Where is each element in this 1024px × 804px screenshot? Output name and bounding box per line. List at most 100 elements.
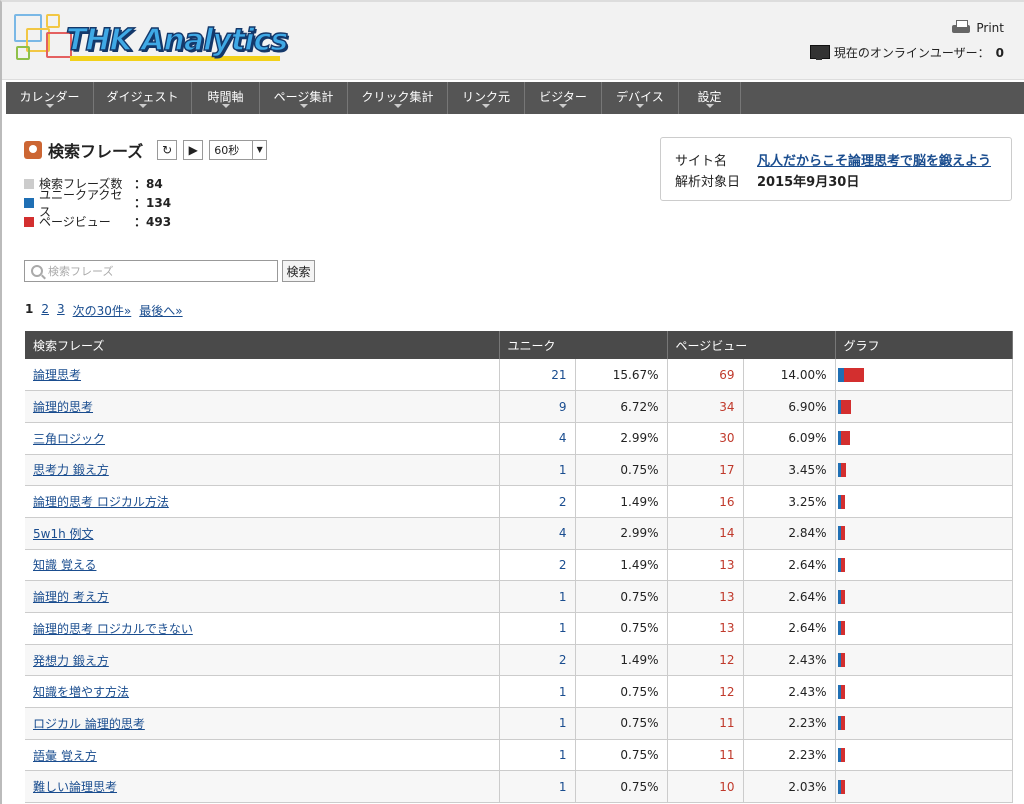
graph-cell [835, 675, 1013, 709]
graph-bar [837, 526, 1013, 541]
col-header-phrase[interactable]: 検索フレーズ [25, 331, 500, 359]
page-current: 1 [25, 302, 34, 316]
refresh-button[interactable]: ↻ [157, 140, 178, 160]
phrase-link[interactable]: 論理的思考 [33, 400, 93, 414]
table-row: 論理的思考 9 6.72% 34 6.90% [25, 390, 1013, 423]
online-users-label: 現在のオンラインユーザー： [833, 46, 990, 60]
pageview-percent: 2.64% [743, 549, 836, 582]
phrase-cell: 論理思考 [25, 359, 500, 392]
nav-item[interactable]: リンク元 [448, 82, 525, 114]
pageview-percent: 3.25% [743, 485, 836, 518]
pageview-bar [840, 621, 845, 636]
col-header-pageview[interactable]: ページビュー [667, 331, 836, 359]
pageview-percent: 2.03% [743, 770, 836, 804]
unique-percent: 0.75% [575, 612, 668, 645]
graph-bar [837, 779, 1013, 794]
last-page-link[interactable]: 最後へ» [139, 302, 182, 319]
search-placeholder: 検索フレーズ [48, 265, 114, 278]
site-name-link[interactable]: 凡人だからこそ論理思考で脳を鍛えよう [757, 150, 991, 171]
nav-item-label: 設定 [697, 90, 722, 104]
graph-cell [835, 612, 1013, 645]
phrase-cell: 論理的思考 ロジカル方法 [25, 485, 500, 518]
pageview-count: 11 [667, 707, 744, 740]
phrase-link[interactable]: 思考力 鍛え方 [33, 463, 109, 477]
pageview-percent: 2.43% [743, 675, 836, 709]
phrase-cell: 三角ロジック [25, 422, 500, 455]
nav-item[interactable]: デバイス [602, 82, 679, 114]
table-row: 論理的思考 ロジカル方法 2 1.49% 16 3.25% [25, 485, 1013, 518]
nav-item[interactable]: 時間軸 [192, 82, 260, 114]
print-label: Print [976, 21, 1004, 35]
pageview-count: 12 [667, 644, 744, 677]
search-icon [31, 265, 43, 277]
unique-percent: 0.75% [575, 770, 668, 804]
unique-count: 1 [499, 707, 576, 740]
caret-down-icon [559, 104, 567, 108]
interval-value: 60秒 [214, 144, 240, 157]
nav-item[interactable]: 設定 [679, 82, 741, 114]
play-button[interactable]: ▶ [183, 140, 204, 160]
unique-percent: 0.75% [575, 675, 668, 709]
logo[interactable]: THK Analytics [12, 12, 289, 70]
page-title: 検索フレーズ [48, 142, 144, 161]
phrase-link[interactable]: 語彙 覚え方 [33, 749, 97, 763]
pageview-count: 16 [667, 485, 744, 518]
pageview-count: 13 [667, 580, 744, 613]
unique-percent: 2.99% [575, 422, 668, 455]
next-page-link[interactable]: 次の30件» [73, 302, 132, 319]
pageview-count: 17 [667, 454, 744, 487]
caret-down-icon [705, 104, 714, 108]
phrase-cell: 論理的思考 [25, 390, 500, 423]
location-pin-icon [24, 141, 42, 159]
phrase-cell: 5w1h 例文 [25, 517, 500, 550]
nav-item[interactable]: カレンダー [6, 82, 94, 114]
graph-cell [835, 770, 1013, 804]
unique-count: 2 [499, 644, 576, 677]
site-info-box: サイト名 凡人だからこそ論理思考で脳を鍛えよう 解析対象日 2015年9月30日 [660, 137, 1012, 201]
unique-percent: 2.99% [575, 517, 668, 550]
graph-cell [835, 549, 1013, 582]
print-button[interactable]: Print [952, 20, 1004, 36]
unique-count: 4 [499, 517, 576, 550]
unique-count: 1 [499, 612, 576, 645]
search-phrase-table: 検索フレーズ ユニーク ページビュー グラフ 論理思考 21 15.67% 69 14.… [25, 331, 1013, 804]
graph-bar [837, 684, 1013, 699]
logo-text: THK Analytics [65, 22, 289, 58]
col-header-unique[interactable]: ユニーク [499, 331, 668, 359]
phrase-link[interactable]: 知識 覚える [33, 558, 96, 572]
page-link[interactable]: 3 [57, 302, 65, 319]
phrase-link[interactable]: 三角ロジック [33, 432, 105, 446]
nav-item[interactable]: ビジター [525, 82, 602, 114]
phrase-link[interactable]: 知識を増やす方法 [33, 685, 129, 699]
phrase-link[interactable]: 論理的思考 ロジカル方法 [33, 495, 169, 509]
phrase-cell: 知識 覚える [25, 549, 500, 582]
nav-item-label: カレンダー [19, 90, 80, 104]
table-row: 知識を増やす方法 1 0.75% 12 2.43% [25, 675, 1013, 709]
phrase-link[interactable]: 発想力 鍛え方 [33, 654, 109, 668]
nav-item-label: デバイス [616, 90, 664, 104]
nav-item[interactable]: ページ集計 [260, 82, 348, 114]
legend-swatch [24, 216, 34, 227]
nav-item-label: ページ集計 [273, 90, 334, 104]
stat-value: ：134 [134, 196, 172, 210]
summary: 検索フレーズ ↻ ▶ 60秒 ▼ 検索フレーズ数 ：84 ユニークアクセス ：134 ペ… [24, 138, 268, 231]
unique-percent: 1.49% [575, 644, 668, 677]
pageview-percent: 2.64% [743, 612, 836, 645]
phrase-link[interactable]: 難しい論理思考 [33, 780, 117, 794]
search-button[interactable]: 検索 [282, 260, 315, 282]
phrase-link[interactable]: 論理的思考 ロジカルできない [33, 622, 193, 636]
logo-square-icon [46, 14, 60, 28]
phrase-link[interactable]: ロジカル 論理的思考 [33, 717, 145, 731]
graph-bar [837, 367, 1013, 382]
phrase-link[interactable]: 5w1h 例文 [33, 527, 94, 541]
nav-item[interactable]: ダイジェスト [94, 82, 192, 114]
phrase-link[interactable]: 論理思考 [33, 368, 81, 382]
page-link[interactable]: 2 [41, 302, 49, 319]
search-input[interactable]: 検索フレーズ [24, 260, 278, 282]
nav-item[interactable]: クリック集計 [348, 82, 448, 114]
phrase-cell: 論理的思考 ロジカルできない [25, 612, 500, 645]
monitor-icon [809, 44, 830, 61]
interval-select[interactable]: 60秒 ▼ [209, 140, 268, 160]
pageview-bar [840, 557, 845, 572]
phrase-link[interactable]: 論理的 考え方 [33, 590, 109, 604]
